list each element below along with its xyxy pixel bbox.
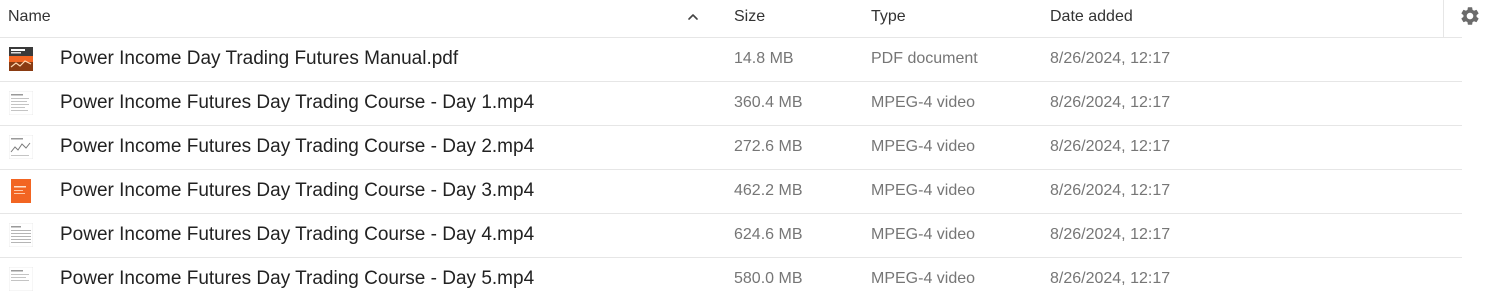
file-date-added: 8/26/2024, 12:17 [1050, 182, 1171, 199]
file-type: MPEG-4 video [871, 94, 976, 111]
file-type: MPEG-4 video [871, 270, 976, 287]
file-row[interactable]: Power Income Futures Day Trading Course … [0, 169, 1462, 214]
file-size: 272.6 MB [734, 138, 803, 155]
chart-page-thumbnail-icon [9, 135, 33, 159]
column-settings [1443, 0, 1487, 37]
file-date-added: 8/26/2024, 12:17 [1050, 94, 1171, 111]
file-list: Name Size Type Date added Power Income D… [0, 0, 1487, 293]
file-size: 580.0 MB [734, 270, 803, 287]
file-type: MPEG-4 video [871, 226, 976, 243]
file-name: Power Income Futures Day Trading Course … [60, 268, 535, 289]
gear-icon[interactable] [1459, 5, 1481, 27]
chevron-up-icon[interactable] [686, 10, 700, 24]
file-date-added: 8/26/2024, 12:17 [1050, 270, 1171, 287]
column-header-name[interactable]: Name [8, 0, 708, 37]
file-date-added: 8/26/2024, 12:17 [1050, 138, 1171, 155]
file-name: Power Income Futures Day Trading Course … [60, 136, 535, 157]
file-name: Power Income Futures Day Trading Course … [60, 180, 535, 201]
file-date-added: 8/26/2024, 12:17 [1050, 50, 1171, 67]
pdf-cover-thumbnail-icon [9, 47, 33, 71]
column-header-row: Name Size Type Date added [0, 0, 1462, 38]
file-date-added: 8/26/2024, 12:17 [1050, 226, 1171, 243]
document-page-thumbnail-icon [9, 267, 33, 291]
file-name: Power Income Futures Day Trading Course … [60, 92, 535, 113]
document-page-thumbnail-icon [9, 91, 33, 115]
file-type: PDF document [871, 50, 978, 67]
file-type: MPEG-4 video [871, 138, 976, 155]
file-row[interactable]: Power Income Futures Day Trading Course … [0, 125, 1462, 170]
file-size: 462.2 MB [734, 182, 803, 199]
file-name: Power Income Day Trading Futures Manual.… [60, 48, 459, 69]
file-name: Power Income Futures Day Trading Course … [60, 224, 535, 245]
document-page-thumbnail-icon [9, 223, 33, 247]
file-row[interactable]: Power Income Futures Day Trading Course … [0, 257, 1462, 293]
column-header-size[interactable]: Size [734, 0, 854, 37]
file-size: 360.4 MB [734, 94, 803, 111]
file-row[interactable]: Power Income Futures Day Trading Course … [0, 81, 1462, 126]
file-size: 624.6 MB [734, 226, 803, 243]
file-type: MPEG-4 video [871, 182, 976, 199]
file-size: 14.8 MB [734, 50, 794, 67]
column-header-type[interactable]: Type [871, 0, 1031, 37]
column-header-date-added[interactable]: Date added [1050, 0, 1250, 37]
orange-slide-thumbnail-icon [11, 179, 31, 203]
file-row[interactable]: Power Income Futures Day Trading Course … [0, 213, 1462, 258]
file-row[interactable]: Power Income Day Trading Futures Manual.… [0, 37, 1462, 82]
